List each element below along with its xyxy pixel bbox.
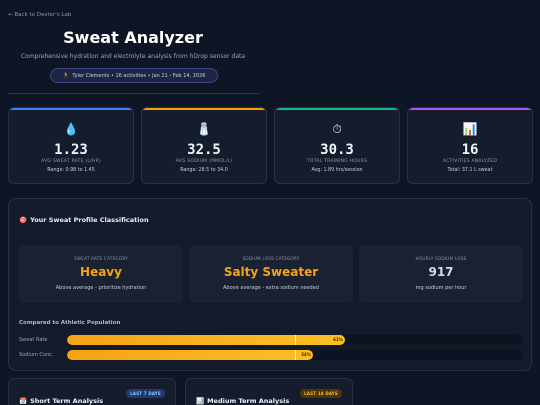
bar-track: 61%	[67, 335, 523, 345]
sweat-rate-category-card: SWEAT RATE CATEGORY Heavy Above average …	[19, 245, 183, 303]
stat-card-sodium: 🧂 32.5 AVG SODIUM (MMOL/L) Range: 28.5 t…	[141, 107, 267, 184]
comparison-title: Compared to Athletic Population	[19, 320, 121, 326]
stat-range: Avg: 1.89 hrs/session	[311, 168, 363, 173]
stopwatch-icon: ⏱	[332, 122, 342, 136]
stat-value: 16	[461, 142, 479, 158]
sweat-profile-panel: 🎯 Your Sweat Profile Classification SWEA…	[8, 198, 532, 371]
stat-accent-bar	[275, 108, 399, 110]
stat-value: 1.23	[54, 142, 88, 158]
target-icon: 🎯	[19, 216, 28, 224]
stat-range: Range: 0.98 to 1.45	[47, 168, 95, 173]
category-label: HOURLY SODIUM LOSS	[415, 256, 467, 261]
bar-percent-label: 54%	[301, 352, 311, 357]
page-subtitle: Comprehensive hydration and electrolyte …	[20, 53, 246, 60]
term-title-text: Medium Term Analysis	[207, 397, 290, 405]
stat-range: Range: 28.5 to 34.0	[180, 168, 228, 173]
stat-label: AVG SODIUM (MMOL/L)	[175, 159, 233, 164]
hourly-sodium-loss-card: HOURLY SODIUM LOSS 917 mg sodium per hou…	[359, 245, 523, 303]
population-average-marker	[295, 350, 296, 360]
runner-icon: 🏃	[62, 72, 70, 79]
bar-chart-icon: 📊	[196, 397, 205, 405]
bar-label: Sweat Rate	[19, 337, 48, 343]
calendar-icon: 📅	[19, 397, 28, 405]
term-title-text: Short Term Analysis	[30, 397, 104, 405]
bar-percent-label: 61%	[333, 337, 343, 342]
bar-fill	[67, 350, 314, 360]
bar-chart-icon: 📊	[462, 122, 478, 136]
back-link[interactable]: ← Back to Dexter's Lab	[8, 12, 71, 18]
period-badge: LAST 7 DAYS	[126, 389, 165, 398]
term-title: 📊 Medium Term Analysis	[196, 397, 289, 405]
athlete-meta-pill: 🏃 Tyler Clements • 16 activities • Jan 2…	[50, 68, 218, 83]
stat-accent-bar	[9, 108, 133, 110]
stat-value: 30.3	[320, 142, 354, 158]
category-desc: Above average - prioritize hydration	[55, 285, 147, 291]
category-desc: mg sodium per hour	[415, 285, 467, 291]
salt-shaker-icon: 🧂	[196, 122, 212, 136]
bar-track: 54%	[67, 350, 523, 360]
stat-accent-bar	[408, 108, 532, 110]
back-link-label[interactable]: ← Back to Dexter's Lab	[8, 12, 71, 18]
stat-card-training-hours: ⏱ 30.3 TOTAL TRAINING HOURS Avg: 1.89 hr…	[274, 107, 400, 184]
stat-label: AVG SWEAT RATE (L/HR)	[41, 159, 101, 164]
category-label: SODIUM LOSS CATEGORY	[242, 256, 300, 261]
profile-title: 🎯 Your Sweat Profile Classification	[19, 216, 149, 224]
header-divider	[8, 93, 260, 94]
sweat-rate-comparison-bar: Sweat Rate 61%	[19, 335, 523, 345]
medium-term-analysis-card[interactable]: LAST 14 DAYS 📊 Medium Term Analysis	[185, 378, 353, 405]
athlete-meta-text: Tyler Clements • 16 activities • Jan 21 …	[72, 72, 206, 79]
stat-card-sweat-rate: 💧 1.23 AVG SWEAT RATE (L/HR) Range: 0.98…	[8, 107, 134, 184]
stat-label: ACTIVITIES ANALYZED	[442, 159, 498, 164]
category-value: Salty Sweater	[223, 265, 319, 279]
short-term-analysis-card[interactable]: LAST 7 DAYS 📅 Short Term Analysis	[8, 378, 176, 405]
stat-accent-bar	[142, 108, 266, 110]
page-title: Sweat Analyzer	[63, 28, 203, 47]
category-desc: Above average - extra sodium needed	[223, 285, 319, 291]
stat-value: 32.5	[187, 142, 221, 158]
sodium-loss-category-card: SODIUM LOSS CATEGORY Salty Sweater Above…	[189, 245, 353, 303]
stat-range: Total: 37.1 L sweat	[447, 168, 493, 173]
stat-card-activities: 📊 16 ACTIVITIES ANALYZED Total: 37.1 L s…	[407, 107, 533, 184]
droplet-icon: 💧	[63, 122, 79, 136]
period-badge: LAST 14 DAYS	[300, 389, 342, 398]
stat-label: TOTAL TRAINING HOURS	[306, 159, 368, 164]
category-value: 917	[428, 265, 454, 279]
profile-title-text: Your Sweat Profile Classification	[30, 216, 149, 224]
bar-fill	[67, 335, 346, 345]
sodium-comparison-bar: Sodium Conc. 54%	[19, 350, 523, 360]
population-average-marker	[295, 335, 296, 345]
bar-label: Sodium Conc.	[19, 352, 54, 358]
term-title: 📅 Short Term Analysis	[19, 397, 103, 405]
category-label: SWEAT RATE CATEGORY	[74, 256, 128, 261]
category-value: Heavy	[80, 265, 122, 279]
